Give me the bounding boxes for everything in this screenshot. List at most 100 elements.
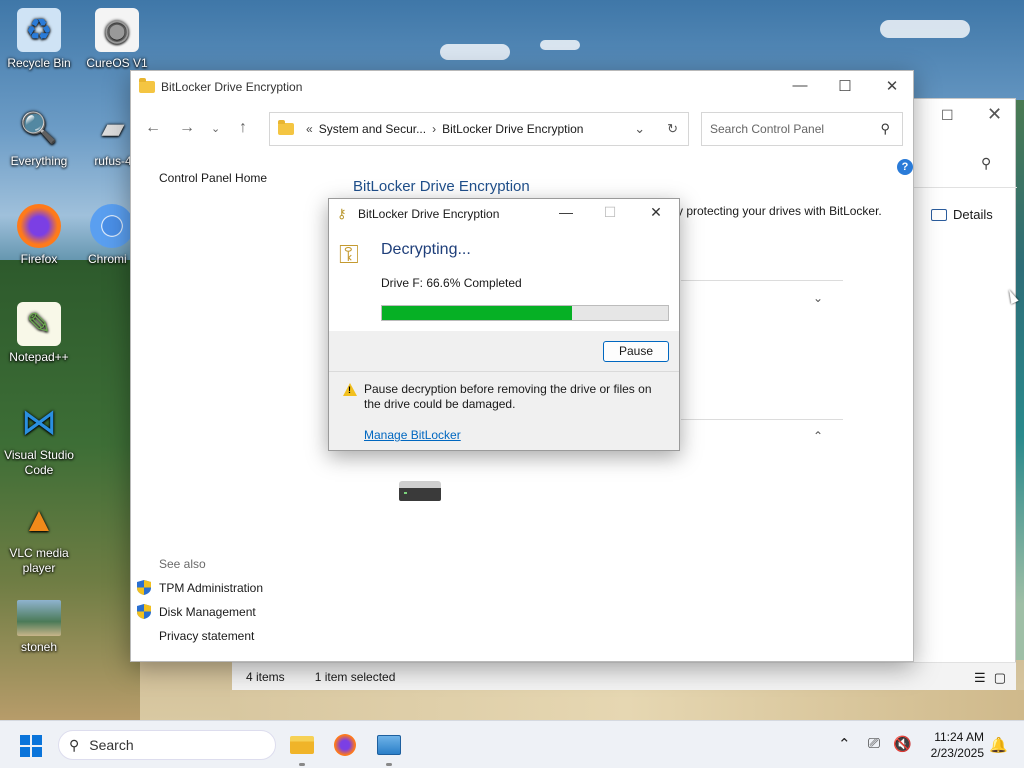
chromium-icon (90, 204, 134, 248)
disc-file-icon: ◉ (95, 8, 139, 52)
desktop-icon-stoneh[interactable]: stoneh (0, 600, 78, 655)
desktop-icon-vscode[interactable]: ⋈ Visual Studio Code (0, 400, 78, 478)
taskbar-search[interactable]: ⚲ Search (58, 730, 276, 760)
taskbar: ⚲ Search ⌃ ⎚ 🔇 11:24 AM 2/23/2025 🔔 (0, 720, 1024, 768)
chevron-up-icon[interactable]: ⌃ (813, 429, 823, 443)
details-pane-icon (931, 208, 947, 221)
breadcrumb-overflow[interactable]: « (306, 122, 313, 136)
desktop-icon-notepadpp[interactable]: ✎ Notepad++ (0, 302, 78, 365)
large-icons-view-icon[interactable]: ▢ (994, 670, 1006, 686)
clock-time: 11:24 AM (934, 730, 984, 744)
notepad-plus-plus-icon: ✎ (17, 302, 61, 346)
control-panel-icon (377, 735, 401, 755)
chevron-down-icon[interactable]: ⌄ (813, 291, 823, 305)
minimize-button[interactable]: — (551, 204, 581, 220)
tpm-administration-link[interactable]: TPM Administration (159, 581, 263, 595)
desktop-icon-label: VLC media player (9, 546, 69, 575)
breadcrumb-item[interactable]: System and Secur... (319, 122, 426, 136)
dialog-title-bar[interactable]: ⚷ BitLocker Drive Encryption (329, 199, 679, 229)
desktop-icon-label: CureOS V1 (86, 56, 148, 70)
taskbar-firefox[interactable] (331, 731, 359, 759)
usb-drive-icon: ▰ (101, 111, 125, 145)
forward-arrow-icon[interactable]: → (179, 119, 195, 137)
status-selection: 1 item selected (314, 669, 396, 684)
file-explorer-icon (290, 736, 314, 754)
divider (681, 419, 843, 420)
details-view-icon[interactable]: ☰ (974, 670, 986, 686)
desktop-icon-vlc[interactable]: ▲ VLC media player (0, 498, 78, 576)
taskbar-file-explorer[interactable] (288, 731, 316, 766)
chevron-right-icon: › (432, 122, 437, 136)
search-placeholder: Search Control Panel (710, 122, 825, 136)
page-description: y protecting your drives with BitLocker. (677, 204, 882, 218)
desktop-icon-recycle-bin[interactable]: ♻ Recycle Bin (0, 8, 78, 71)
explorer-status-bar: 4 items 1 item selected ☰ ▢ (232, 662, 1016, 690)
control-panel-home-link[interactable]: Control Panel Home (159, 171, 267, 185)
maximize-button[interactable]: ☐ (941, 107, 954, 124)
search-icon[interactable]: ⚲ (880, 121, 890, 137)
network-icon[interactable]: ⎚ (868, 735, 880, 752)
breadcrumb-item[interactable]: BitLocker Drive Encryption (442, 122, 583, 136)
desktop-icon-cureos[interactable]: ◉ CureOS V1 (78, 8, 156, 71)
chevron-up-icon[interactable]: ⌃ (838, 735, 851, 753)
clock-date: 2/23/2025 (930, 746, 984, 760)
bitlocker-key-icon: ⚷ (337, 206, 347, 221)
desktop-icon-label: Visual Studio Code (4, 448, 74, 477)
details-label: Details (953, 207, 993, 222)
close-button[interactable]: ✕ (877, 77, 907, 95)
vlc-icon: ▲ (22, 500, 56, 539)
bitlocker-progress-dialog: ⚷ BitLocker Drive Encryption — ☐ ✕ ⚿ Dec… (328, 198, 680, 451)
search-magnifier-icon: 🔍 (20, 111, 58, 145)
close-button[interactable]: ✕ (987, 104, 1002, 125)
up-arrow-icon[interactable]: ↑ (239, 119, 247, 137)
folder-icon (139, 78, 155, 93)
divider (329, 371, 679, 372)
firefox-icon (334, 734, 356, 756)
pause-button[interactable]: Pause (603, 341, 669, 362)
notification-bell-icon[interactable]: 🔔 (989, 736, 1008, 754)
navigation-bar: ← → ⌄ ↑ « System and Secur... › BitLocke… (131, 111, 915, 147)
file-explorer-window: ☐ ✕ ⚲ Details (912, 98, 1017, 690)
warning-text: Pause decryption before removing the dri… (364, 382, 652, 411)
chevron-down-icon[interactable]: ⌄ (634, 121, 645, 137)
search-icon: ⚲ (69, 736, 80, 753)
desktop-icon-label: Everything (10, 154, 68, 168)
maximize-button[interactable]: ☐ (830, 77, 860, 95)
status-item-count: 4 items (246, 669, 285, 684)
search-icon[interactable]: ⚲ (981, 155, 991, 172)
details-button[interactable]: Details (931, 207, 993, 222)
start-button[interactable] (20, 735, 42, 757)
maximize-button: ☐ (603, 204, 617, 220)
close-button[interactable]: ✕ (641, 204, 671, 221)
manage-bitlocker-link[interactable]: Manage BitLocker (364, 428, 461, 442)
window-title: BitLocker Drive Encryption (161, 80, 303, 94)
disk-management-link[interactable]: Disk Management (159, 605, 256, 619)
help-icon[interactable]: ? (897, 159, 913, 175)
desktop-icon-label: Firefox (20, 252, 58, 266)
address-bar[interactable]: « System and Secur... › BitLocker Drive … (269, 112, 689, 146)
volume-muted-icon[interactable]: 🔇 (893, 735, 912, 753)
refresh-icon[interactable]: ↻ (667, 121, 678, 137)
desktop-icon-firefox[interactable]: Firefox (0, 204, 78, 267)
desktop-icon-label: stoneh (20, 640, 58, 654)
operation-heading: Decrypting... (381, 241, 471, 258)
recent-locations-chevron-icon[interactable]: ⌄ (211, 122, 220, 135)
progress-bar-fill (382, 306, 573, 320)
image-file-icon (17, 600, 61, 636)
vscode-icon: ⋈ (21, 401, 57, 442)
privacy-statement-link[interactable]: Privacy statement (159, 629, 254, 643)
folder-icon (278, 120, 294, 135)
running-indicator (299, 763, 305, 766)
minimize-button[interactable]: — (785, 77, 815, 94)
see-also-heading: See also (159, 557, 206, 571)
firefox-icon (17, 204, 61, 248)
divider (681, 280, 843, 281)
taskbar-control-panel[interactable] (375, 731, 403, 766)
warning-icon (343, 383, 357, 396)
search-input[interactable]: Search Control Panel ⚲ (701, 112, 903, 146)
back-arrow-icon[interactable]: ← (145, 119, 161, 137)
desktop-icon-label: Notepad++ (9, 350, 69, 364)
divider (913, 187, 1017, 188)
system-clock[interactable]: 11:24 AM 2/23/2025 (918, 729, 984, 761)
desktop-icon-everything[interactable]: 🔍 Everything (0, 106, 78, 169)
